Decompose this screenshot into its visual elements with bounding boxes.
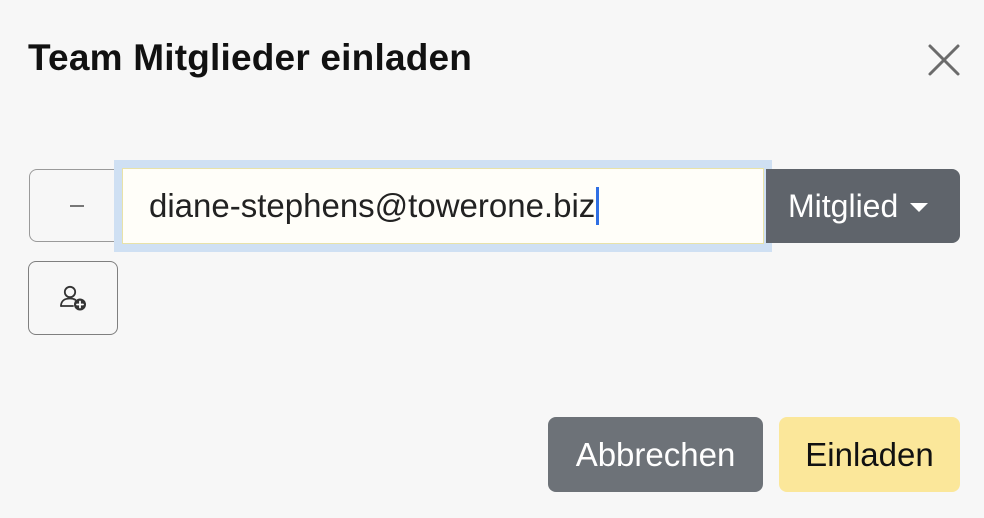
add-user-icon: [60, 285, 86, 311]
invite-button[interactable]: Einladen: [779, 417, 960, 492]
invite-team-members-dialog: Team Mitglieder einladen diane-stephens@…: [0, 0, 984, 518]
text-cursor: [596, 187, 600, 225]
remove-invite-row-button[interactable]: [29, 169, 125, 242]
role-dropdown[interactable]: Mitglied: [766, 169, 960, 243]
close-button[interactable]: [922, 38, 966, 82]
add-member-button[interactable]: [28, 261, 118, 335]
close-icon: [928, 44, 960, 76]
dialog-title: Team Mitglieder einladen: [28, 37, 473, 78]
cancel-button[interactable]: Abbrechen: [548, 417, 763, 492]
caret-down-icon: [910, 203, 929, 212]
email-input-value: diane-stephens@towerone.biz: [149, 187, 596, 224]
minus-icon: [70, 204, 84, 207]
role-dropdown-label: Mitglied: [788, 187, 899, 224]
email-input[interactable]: diane-stephens@towerone.biz: [122, 168, 764, 244]
